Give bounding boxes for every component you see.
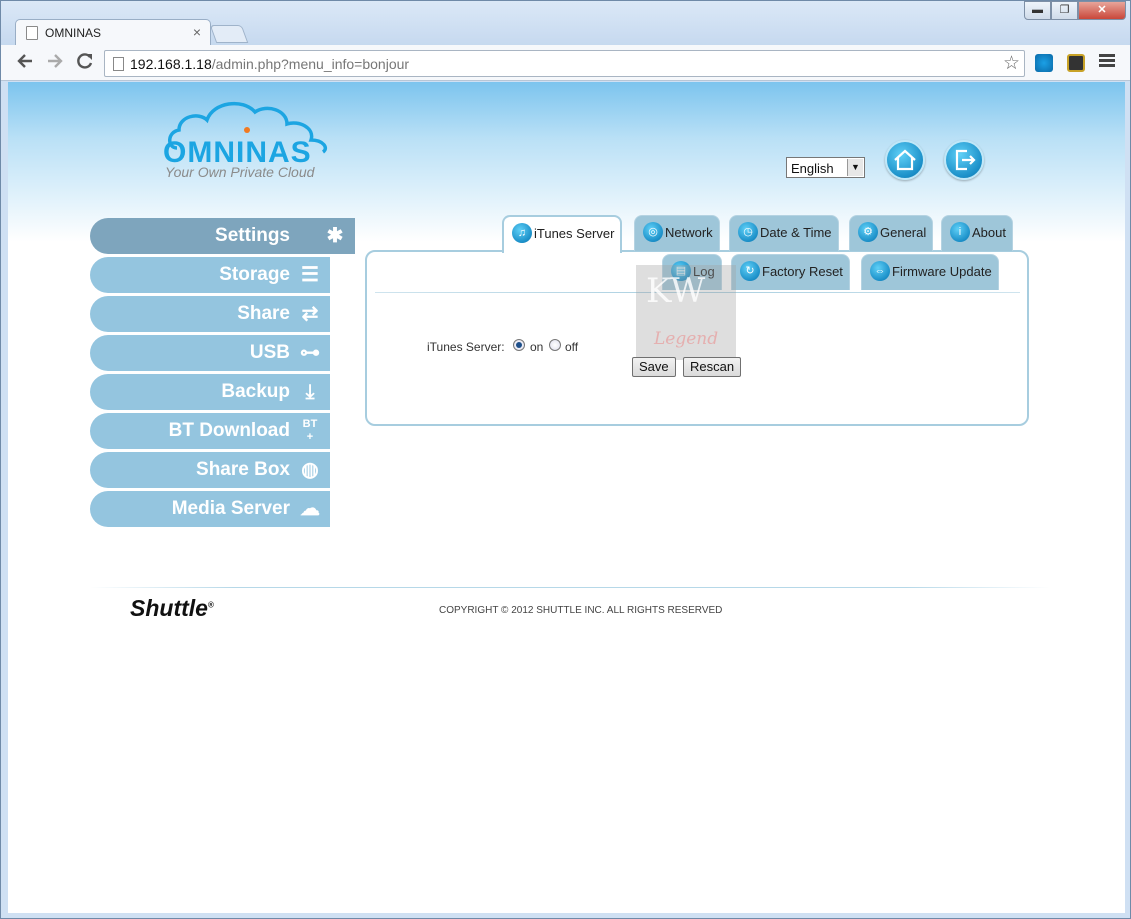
skype-extension-icon[interactable] bbox=[1035, 54, 1053, 72]
sidebar-item-usb[interactable]: USB ⊶ bbox=[90, 335, 330, 371]
home-icon bbox=[894, 149, 916, 171]
url-host: 192.168.1.18 bbox=[130, 56, 212, 72]
title-bar: OMNINAS × ▬ ❐ ✕ bbox=[1, 1, 1130, 46]
shuttle-logo: Shuttle® bbox=[130, 595, 214, 622]
chrome-menu-icon[interactable] bbox=[1099, 54, 1115, 69]
tab-close-icon[interactable]: × bbox=[193, 24, 201, 40]
itunes-server-label: iTunes Server: bbox=[427, 340, 505, 354]
sidebar-item-label: Share Box bbox=[196, 459, 290, 480]
maximize-button[interactable]: ❐ bbox=[1051, 1, 1078, 20]
itunes-off-radio[interactable] bbox=[549, 339, 561, 351]
reset-icon: ↻ bbox=[740, 261, 760, 282]
tab-label: Network bbox=[665, 225, 713, 240]
globe-icon: ◎ bbox=[643, 222, 663, 243]
logout-icon bbox=[955, 149, 976, 171]
logout-button[interactable] bbox=[944, 140, 984, 180]
sidebar-item-media-server[interactable]: Media Server ☁ bbox=[90, 491, 330, 527]
watermark-line1: KW bbox=[646, 271, 706, 311]
itunes-on-radio[interactable] bbox=[513, 339, 525, 351]
sidebar-item-share-box[interactable]: Share Box ◍ bbox=[90, 452, 330, 488]
sidebar-item-label: Storage bbox=[219, 264, 290, 285]
backup-icon: ⤓ bbox=[305, 381, 315, 403]
tab-factory-reset[interactable]: ↻ Factory Reset bbox=[731, 254, 850, 290]
tab-label: About bbox=[972, 225, 1006, 240]
info-icon: i bbox=[950, 222, 970, 243]
share-icon: ⇄ bbox=[301, 303, 319, 325]
minimize-button[interactable]: ▬ bbox=[1024, 1, 1051, 20]
sidebar-item-label: Backup bbox=[221, 381, 290, 402]
music-note-icon: ♫ bbox=[512, 223, 532, 244]
media-server-icon: ☁ bbox=[300, 498, 320, 520]
sidebar-item-label: USB bbox=[249, 342, 290, 363]
sidebar-item-share[interactable]: Share ⇄ bbox=[90, 296, 330, 332]
off-label: off bbox=[565, 340, 579, 354]
gears-icon: ⚙ bbox=[858, 222, 878, 243]
on-label: on bbox=[530, 340, 544, 354]
home-button[interactable] bbox=[885, 140, 925, 180]
rescan-button[interactable]: Rescan bbox=[683, 357, 742, 377]
footer-divider bbox=[90, 587, 1050, 588]
brand-name: Shuttle bbox=[130, 595, 208, 621]
sidebar-item-label: BT Download bbox=[168, 420, 290, 441]
watermark: KW Legend bbox=[636, 265, 736, 360]
close-window-button[interactable]: ✕ bbox=[1078, 1, 1126, 20]
firmware-update-icon: ⇔ bbox=[870, 261, 890, 282]
tab-firmware-update[interactable]: ⇔ Firmware Update bbox=[861, 254, 999, 290]
sidebar-item-bt-download[interactable]: BT Download BT + bbox=[90, 413, 330, 449]
web-page: OMNINAS Your Own Private Cloud English ▼… bbox=[8, 82, 1125, 913]
bt-download-icon: BT + bbox=[302, 418, 318, 443]
sidebar-item-label: Media Server bbox=[171, 498, 290, 519]
save-button[interactable]: Save bbox=[632, 357, 676, 377]
language-select[interactable]: English ▼ bbox=[786, 157, 865, 178]
usb-icon: ⊶ bbox=[300, 342, 320, 364]
url-text: 192.168.1.18/admin.php?menu_info=bonjour bbox=[130, 56, 409, 72]
copyright-text: COPYRIGHT © 2012 SHUTTLE INC. ALL RIGHTS… bbox=[439, 605, 723, 616]
sidebar: Settings ✱ Storage ☰ Share ⇄ USB ⊶ Backu… bbox=[90, 218, 360, 530]
tab-about[interactable]: i About bbox=[941, 215, 1013, 251]
tab-network[interactable]: ◎ Network bbox=[634, 215, 720, 251]
tab-general[interactable]: ⚙ General bbox=[849, 215, 934, 251]
tab-date-time[interactable]: ◷ Date & Time bbox=[729, 215, 839, 251]
forward-arrow-icon[interactable] bbox=[43, 51, 67, 75]
tab-label: iTunes Server bbox=[534, 226, 615, 241]
address-bar[interactable]: 192.168.1.18/admin.php?menu_info=bonjour… bbox=[104, 50, 1025, 77]
language-value: English bbox=[791, 161, 834, 176]
tab-label: General bbox=[880, 225, 927, 240]
watermark-line2: Legend bbox=[654, 329, 719, 349]
sidebar-item-label: Settings bbox=[215, 225, 290, 246]
browser-window: OMNINAS × ▬ ❐ ✕ 192.168.1.18/admin.php?m… bbox=[0, 0, 1131, 919]
tab-title: OMNINAS bbox=[45, 26, 102, 40]
omninas-logo: OMNINAS Your Own Private Cloud bbox=[163, 98, 333, 184]
registered-mark: ® bbox=[207, 600, 214, 610]
extension-icon[interactable] bbox=[1067, 54, 1085, 72]
clock-icon: ◷ bbox=[738, 222, 758, 243]
sidebar-item-backup[interactable]: Backup ⤓ bbox=[90, 374, 330, 410]
tab-label: Date & Time bbox=[760, 225, 832, 240]
settings-icon: ✱ bbox=[326, 225, 344, 247]
browser-tab[interactable]: OMNINAS × bbox=[15, 19, 211, 46]
reload-icon[interactable] bbox=[73, 51, 97, 75]
tab-label: Firmware Update bbox=[892, 264, 992, 279]
back-arrow-icon[interactable] bbox=[13, 51, 37, 75]
logo-tagline: Your Own Private Cloud bbox=[165, 164, 315, 180]
tab-label: Factory Reset bbox=[762, 264, 843, 279]
window-controls: ▬ ❐ ✕ bbox=[1024, 1, 1126, 20]
sidebar-item-settings[interactable]: Settings ✱ bbox=[90, 218, 355, 254]
bookmark-star-icon[interactable]: ☆ bbox=[1003, 52, 1020, 75]
url-path: /admin.php?menu_info=bonjour bbox=[211, 56, 410, 72]
new-tab-button[interactable] bbox=[209, 25, 249, 43]
dropdown-arrow-icon[interactable]: ▼ bbox=[847, 159, 863, 176]
page-icon bbox=[113, 57, 124, 71]
share-box-icon: ◍ bbox=[301, 459, 319, 481]
page-favicon-icon bbox=[26, 26, 38, 40]
browser-toolbar: 192.168.1.18/admin.php?menu_info=bonjour… bbox=[1, 45, 1130, 81]
tab-itunes-server[interactable]: ♫ iTunes Server bbox=[502, 215, 623, 253]
sidebar-item-storage[interactable]: Storage ☰ bbox=[90, 257, 330, 293]
sidebar-item-label: Share bbox=[237, 303, 290, 324]
storage-icon: ☰ bbox=[301, 264, 319, 286]
